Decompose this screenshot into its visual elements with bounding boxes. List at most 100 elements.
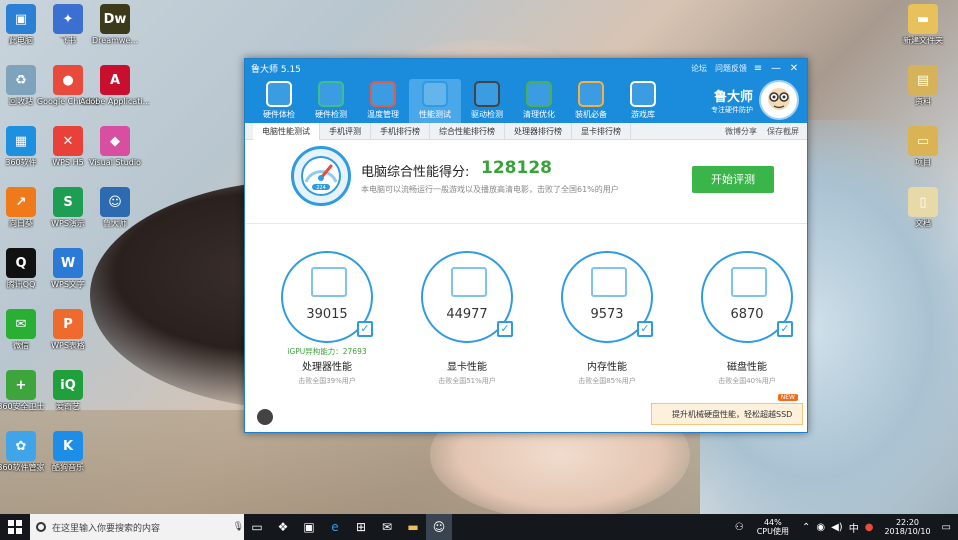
- desktop-icon[interactable]: ▯ 文档: [888, 187, 958, 229]
- toolbar-tab[interactable]: 装机必备: [565, 79, 617, 123]
- minimize-button[interactable]: —: [769, 63, 783, 74]
- promo-text: 提升机械硬盘性能，轻松超越SSD: [672, 409, 793, 419]
- desktop-icon[interactable]: ▭ 项目: [888, 126, 958, 168]
- new-badge: NEW: [777, 394, 798, 401]
- save-screenshot-button[interactable]: 保存截屏: [767, 126, 799, 137]
- desktop-icon-label: 文档: [915, 219, 931, 228]
- desktop-icon[interactable]: ▬ 新建文件夹: [888, 4, 958, 46]
- ime-language[interactable]: 中: [849, 520, 859, 535]
- brand: 鲁大师 专注硬件防护: [711, 77, 807, 123]
- start-benchmark-button[interactable]: 开始评测: [692, 166, 774, 193]
- desktop-icon[interactable]: W WPS文字: [33, 248, 103, 290]
- app-grid-icon[interactable]: ❖: [270, 514, 296, 540]
- clock-time: 22:20: [895, 518, 920, 527]
- weibo-share-button[interactable]: 微博分享: [725, 126, 757, 137]
- sub-tab[interactable]: 电脑性能测试: [253, 122, 320, 140]
- desktop-icon-label: 新建文件夹: [903, 36, 943, 45]
- score-card[interactable]: 6870 ✓ 磁盘性能 击败全国40%用户: [687, 251, 807, 386]
- menu-button[interactable]: ≡: [751, 63, 765, 74]
- start-button[interactable]: [0, 520, 30, 534]
- feedback-link[interactable]: 问题反馈: [715, 63, 747, 74]
- score-card[interactable]: 39015 ✓ iGPU异构能力：27693 处理器性能 击败全国39%用户: [267, 251, 387, 386]
- desktop-icon[interactable]: ◆ Visual Studio: [80, 126, 150, 168]
- store-icon[interactable]: ⊞: [348, 514, 374, 540]
- windows-icon: [8, 520, 22, 534]
- toolbar-tab[interactable]: 性能测试: [409, 79, 461, 123]
- check-icon[interactable]: ✓: [357, 321, 373, 337]
- title-bar[interactable]: 鲁大师 5.15 论坛 问题反馈 ≡ — ✕: [245, 59, 807, 77]
- component-score: 6870: [730, 307, 764, 322]
- antivirus-icon[interactable]: ●: [865, 522, 874, 533]
- app-icon: Q: [6, 248, 36, 278]
- folder-icon: ▯: [908, 187, 938, 217]
- desktop-icon[interactable]: ▤ 资料: [888, 65, 958, 107]
- mascot-icon: [768, 88, 790, 110]
- component-name: 内存性能: [587, 362, 627, 373]
- ssd-promo-banner[interactable]: 提升机械硬盘性能，轻松超越SSD NEW: [651, 394, 803, 425]
- desktop-icon-label: Adobe Applicati...: [80, 97, 150, 106]
- taskbar: 在这里输入你要搜索的内容 🎙 ▭ ❖ ▣ e ⊞ ✉ ▬ ☺ ⚇ 44% CPU…: [0, 514, 958, 540]
- toolbar-tab[interactable]: 清理优化: [513, 79, 565, 123]
- toolbar-tab[interactable]: 温度管理: [357, 79, 409, 123]
- app-icon: P: [53, 309, 83, 339]
- toolbar-tab[interactable]: 硬件体检: [253, 79, 305, 123]
- toolbar-tab[interactable]: 驱动检测: [461, 79, 513, 123]
- igpu-score: [687, 346, 807, 356]
- forum-link[interactable]: 论坛: [691, 63, 707, 74]
- app-icon: ✉: [6, 309, 36, 339]
- toolbar-tab-label: 温度管理: [367, 110, 399, 119]
- sub-tab[interactable]: 手机评测: [320, 122, 371, 140]
- desktop-icon[interactable]: ☺ 鲁大师: [80, 187, 150, 229]
- app-icon: A: [100, 65, 130, 95]
- toolbar-tab-label: 装机必备: [575, 110, 607, 119]
- tool-icon: [318, 81, 344, 107]
- check-icon[interactable]: ✓: [637, 321, 653, 337]
- folder-icon: ▭: [908, 126, 938, 156]
- explorer-icon[interactable]: ▬: [400, 514, 426, 540]
- media-icon[interactable]: ▣: [296, 514, 322, 540]
- toolbar-tab[interactable]: 硬件检测: [305, 79, 357, 123]
- ludashi-window: 鲁大师 5.15 论坛 问题反馈 ≡ — ✕ 硬件体检 硬件检测 温度管理 性能测试 驱…: [244, 58, 808, 433]
- desktop-icon[interactable]: A Adobe Applicati...: [80, 65, 150, 107]
- desktop-icon[interactable]: Dw Dreamwe...: [80, 4, 150, 46]
- notification-icon[interactable]: ▭: [942, 522, 951, 533]
- desktop-icon[interactable]: iQ 爱奇艺: [33, 370, 103, 412]
- cpu-usage[interactable]: 44% CPU使用: [757, 518, 789, 536]
- clock[interactable]: 22:20 2018/10/10: [884, 518, 930, 536]
- task-view-icon[interactable]: ▭: [244, 514, 270, 540]
- app-title: 鲁大师 5.15: [251, 64, 301, 75]
- toolbar-tab[interactable]: 游戏库: [617, 79, 669, 123]
- desktop-icon-label: Dreamwe...: [92, 36, 138, 45]
- sub-tab[interactable]: 显卡排行榜: [572, 122, 631, 140]
- taskbar-search[interactable]: 在这里输入你要搜索的内容 🎙: [30, 514, 244, 540]
- sub-tab[interactable]: 综合性能排行榜: [430, 122, 505, 140]
- ludashi-avatar[interactable]: [759, 80, 799, 120]
- sub-tab[interactable]: 处理器排行榜: [505, 122, 572, 140]
- app-icon: +: [6, 370, 36, 400]
- desktop-icon-label: WPS文字: [51, 280, 85, 289]
- desktop-icon[interactable]: K 酷狗音乐: [33, 431, 103, 473]
- check-icon[interactable]: ✓: [777, 321, 793, 337]
- score-card[interactable]: 44977 ✓ 显卡性能 击败全国51%用户: [407, 251, 527, 386]
- tool-icon: [266, 81, 292, 107]
- desktop-icon-label: 酷狗音乐: [52, 463, 84, 472]
- component-name: 磁盘性能: [727, 362, 767, 373]
- edge-icon[interactable]: e: [322, 514, 348, 540]
- score-card[interactable]: 9573 ✓ 内存性能 击败全国85%用户: [547, 251, 667, 386]
- app-icon: K: [53, 431, 83, 461]
- skin-icon[interactable]: [257, 409, 273, 425]
- volume-icon[interactable]: ◀): [831, 522, 843, 533]
- tool-icon: [630, 81, 656, 107]
- desktop-icon[interactable]: P WPS表格: [33, 309, 103, 351]
- sub-tab[interactable]: 手机排行榜: [371, 122, 430, 140]
- chevron-up-icon[interactable]: ⌃: [802, 522, 810, 533]
- ludashi-taskbar-icon[interactable]: ☺: [426, 514, 452, 540]
- clock-date: 2018/10/10: [884, 527, 931, 536]
- mail-icon[interactable]: ✉: [374, 514, 400, 540]
- score-note: 本电脑可以流畅运行一般游戏以及播放高清电影，击败了全国61%的用户: [361, 185, 619, 194]
- close-button[interactable]: ✕: [787, 63, 801, 74]
- check-icon[interactable]: ✓: [497, 321, 513, 337]
- network-icon[interactable]: ◉: [816, 522, 825, 533]
- people-icon[interactable]: ⚇: [735, 522, 744, 533]
- microphone-icon[interactable]: 🎙: [233, 522, 244, 532]
